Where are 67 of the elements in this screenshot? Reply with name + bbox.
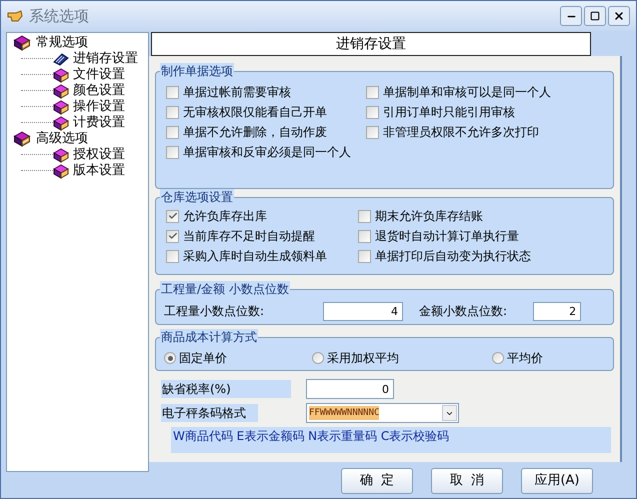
- close-button[interactable]: [608, 6, 630, 26]
- checkbox-label: 单据审核和反审必须是同一个人: [183, 144, 351, 161]
- maximize-icon: [590, 11, 600, 21]
- checkbox[interactable]: [366, 126, 379, 138]
- book-icon: [53, 164, 69, 178]
- checkbox[interactable]: [166, 250, 179, 262]
- close-icon: [613, 10, 625, 22]
- tree-item[interactable]: 进销存设置: [73, 49, 138, 69]
- group-title: 工程量/金额 小数点位数: [160, 281, 290, 297]
- checkbox[interactable]: [166, 86, 179, 98]
- field-label: 缺省税率(%): [161, 380, 291, 398]
- book-stack-icon: [13, 131, 31, 147]
- checkbox[interactable]: [358, 210, 371, 222]
- checkbox[interactable]: [366, 86, 379, 98]
- checkbox-label: 单据不允许删除，自动作废: [183, 124, 327, 141]
- checkbox[interactable]: [166, 126, 179, 138]
- checkbox-label: 退货时自动计算订单执行量: [375, 228, 519, 245]
- dialog-button[interactable]: 取 消: [431, 468, 503, 494]
- group-title: 制作单据选项: [160, 63, 234, 79]
- field-label: 电子秤条码格式: [161, 404, 258, 422]
- dialog-button[interactable]: 应用(A): [521, 468, 593, 494]
- field-label: 工程量小数点位数:: [164, 303, 264, 320]
- book-icon: [53, 100, 69, 114]
- barcode-hint: W商品代码 E表示金额码 N表示重量码 C表示校验码: [173, 429, 450, 443]
- radio-button[interactable]: [492, 352, 504, 364]
- maximize-button[interactable]: [584, 6, 606, 26]
- field-label: 金额小数点位数:: [419, 303, 508, 320]
- checkbox-label: 引用订单时只能引用审核: [383, 104, 515, 121]
- checkbox[interactable]: [166, 210, 179, 222]
- dialog-button[interactable]: 确 定: [341, 468, 413, 494]
- number-field[interactable]: 4: [323, 302, 404, 320]
- group-title: 商品成本计算方式: [160, 329, 258, 345]
- checkbox-label: 期末允许负库存结账: [375, 208, 483, 225]
- radio-label: 采用加权平均: [327, 350, 399, 367]
- checkbox-label: 单据打印后自动变为执行状态: [375, 248, 531, 265]
- group-title: 仓库选项设置: [160, 189, 234, 205]
- number-field[interactable]: 2: [533, 302, 582, 320]
- barcode-format-dropdown[interactable]: FFWWWWWNNNNNC: [306, 403, 459, 423]
- tax-rate-field[interactable]: 0: [306, 379, 394, 399]
- checkbox[interactable]: [358, 230, 371, 242]
- radio-label: 固定单价: [179, 350, 227, 367]
- checkbox[interactable]: [366, 106, 379, 118]
- panel-title: 进销存设置: [336, 34, 406, 54]
- checkbox-label: 单据制单和审核可以是同一个人: [383, 84, 551, 101]
- book-icon: [53, 116, 69, 130]
- checkbox[interactable]: [166, 106, 179, 118]
- book-icon: [53, 148, 69, 162]
- tree-item[interactable]: 颜色设置: [73, 81, 125, 101]
- checkbox-label: 非管理员权限不允许多次打印: [383, 124, 539, 141]
- checkbox[interactable]: [358, 250, 371, 262]
- checkbox[interactable]: [166, 146, 179, 158]
- checkbox-label: 当前库存不足时自动提醒: [183, 228, 315, 245]
- radio-label: 平均价: [507, 350, 543, 367]
- checkbox-label: 允许负库存出库: [183, 208, 267, 225]
- hand-icon: [7, 10, 23, 22]
- book-icon: [53, 68, 69, 82]
- minimize-button[interactable]: [560, 6, 582, 26]
- window-title: 系统选项: [29, 6, 89, 27]
- checkbox-label: 采购入库时自动生成领料单: [183, 248, 327, 265]
- book-stack-icon: [13, 35, 31, 51]
- checkbox-label: 无审核权限仅能看自己开单: [183, 104, 327, 121]
- radio-button[interactable]: [312, 352, 324, 364]
- checkbox[interactable]: [166, 230, 179, 242]
- pen-icon: [53, 52, 69, 66]
- checkbox-label: 单据过帐前需要审核: [183, 84, 291, 101]
- book-icon: [53, 84, 69, 98]
- radio-button[interactable]: [164, 352, 176, 364]
